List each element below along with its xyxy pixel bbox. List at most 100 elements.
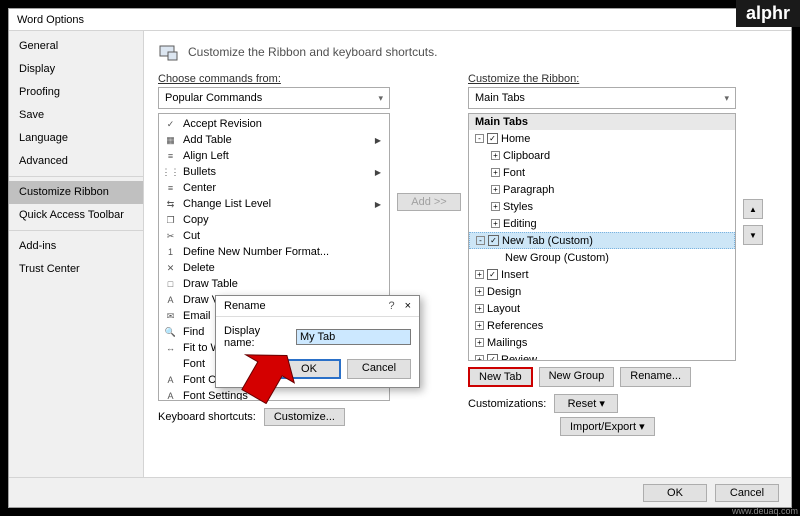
- command-item[interactable]: ⇆Change List Level▶: [159, 196, 389, 212]
- tree-toggle-icon[interactable]: +: [475, 270, 484, 279]
- nav-item-language[interactable]: Language: [9, 127, 143, 150]
- tree-node[interactable]: +Editing: [469, 215, 735, 232]
- customizations-label: Customizations:: [468, 398, 546, 410]
- tree-header: Main Tabs: [469, 114, 735, 130]
- tree-node[interactable]: +Design: [469, 283, 735, 300]
- tree-node[interactable]: -✓Home: [469, 130, 735, 147]
- tree-checkbox[interactable]: ✓: [487, 354, 498, 361]
- tree-toggle-icon[interactable]: -: [475, 134, 484, 143]
- command-icon: ✂: [163, 230, 178, 243]
- ribbon-tree[interactable]: Main Tabs -✓Home+Clipboard+Font+Paragrap…: [468, 113, 736, 361]
- command-icon: ▦: [163, 134, 178, 147]
- tree-node[interactable]: +Font: [469, 164, 735, 181]
- command-item[interactable]: □Draw Table: [159, 276, 389, 292]
- word-options-window: Word Options ? × GeneralDisplayProofingS…: [8, 8, 792, 508]
- new-tab-button[interactable]: New Tab: [468, 367, 533, 387]
- nav-item-quick-access-toolbar[interactable]: Quick Access Toolbar: [9, 204, 143, 227]
- tree-toggle-icon[interactable]: +: [491, 185, 500, 194]
- tree-toggle-icon[interactable]: +: [475, 304, 484, 313]
- command-item[interactable]: ▦Add Table▶: [159, 132, 389, 148]
- tree-toggle-icon[interactable]: +: [475, 338, 484, 347]
- command-item[interactable]: ✂Cut: [159, 228, 389, 244]
- rename-button[interactable]: Rename...: [620, 367, 691, 387]
- command-item[interactable]: ≡Center: [159, 180, 389, 196]
- command-icon: ≡: [163, 182, 178, 195]
- command-item[interactable]: ✓Accept Revision: [159, 116, 389, 132]
- nav-item-trust-center[interactable]: Trust Center: [9, 258, 143, 281]
- command-item[interactable]: ≡Align Left: [159, 148, 389, 164]
- tree-node[interactable]: +References: [469, 317, 735, 334]
- command-icon: ≡: [163, 150, 178, 163]
- command-icon: □: [163, 278, 178, 291]
- command-icon: 🔍: [163, 326, 178, 339]
- ok-button[interactable]: OK: [643, 484, 707, 502]
- new-group-button[interactable]: New Group: [539, 367, 615, 387]
- tree-node[interactable]: +Paragraph: [469, 181, 735, 198]
- customize-ribbon-dropdown[interactable]: Main Tabs: [468, 87, 736, 109]
- tree-toggle-icon[interactable]: +: [491, 168, 500, 177]
- command-icon: ❐: [163, 214, 178, 227]
- page-header: Customize the Ribbon and keyboard shortc…: [188, 45, 437, 59]
- tree-toggle-icon[interactable]: +: [491, 202, 500, 211]
- command-icon: ⇆: [163, 198, 178, 211]
- rename-cancel-button[interactable]: Cancel: [347, 359, 411, 379]
- customize-shortcuts-button[interactable]: Customize...: [264, 408, 345, 426]
- tree-toggle-icon[interactable]: +: [475, 287, 484, 296]
- tree-checkbox[interactable]: ✓: [487, 269, 498, 280]
- tree-checkbox[interactable]: ✓: [488, 235, 499, 246]
- red-arrow-annotation: [237, 346, 297, 404]
- tree-node[interactable]: +Clipboard: [469, 147, 735, 164]
- window-title: Word Options: [17, 14, 84, 26]
- help-icon[interactable]: ?: [388, 300, 394, 312]
- close-icon[interactable]: ×: [405, 300, 411, 312]
- tree-node[interactable]: New Group (Custom): [469, 249, 735, 266]
- nav-item-save[interactable]: Save: [9, 104, 143, 127]
- command-icon: A: [163, 294, 178, 307]
- category-nav: GeneralDisplayProofingSaveLanguageAdvanc…: [9, 31, 144, 477]
- tree-node[interactable]: +✓Review: [469, 351, 735, 361]
- tree-toggle-icon[interactable]: -: [476, 236, 485, 245]
- tree-node[interactable]: -✓New Tab (Custom): [469, 232, 735, 249]
- reset-button[interactable]: Reset ▾: [554, 394, 618, 413]
- command-icon: ✉: [163, 310, 178, 323]
- brand-badge: alphr: [736, 0, 800, 27]
- command-icon: A: [163, 374, 178, 387]
- ribbon-settings-icon: [158, 41, 180, 63]
- tree-checkbox[interactable]: ✓: [487, 133, 498, 144]
- tree-toggle-icon[interactable]: +: [491, 151, 500, 160]
- keyboard-shortcuts-label: Keyboard shortcuts:: [158, 411, 256, 423]
- nav-item-add-ins[interactable]: Add-ins: [9, 235, 143, 258]
- command-item[interactable]: ⋮⋮Bullets▶: [159, 164, 389, 180]
- tree-node[interactable]: +Layout: [469, 300, 735, 317]
- tree-node[interactable]: +✓Insert: [469, 266, 735, 283]
- move-up-button[interactable]: ▲: [743, 199, 763, 219]
- command-item[interactable]: 1Define New Number Format...: [159, 244, 389, 260]
- command-icon: ⋮⋮: [163, 166, 178, 179]
- add-button[interactable]: Add >>: [397, 193, 461, 211]
- display-name-input[interactable]: [296, 329, 411, 345]
- import-export-button[interactable]: Import/Export ▾: [560, 417, 655, 436]
- watermark: www.deuaq.com: [732, 506, 798, 516]
- nav-item-display[interactable]: Display: [9, 58, 143, 81]
- move-down-button[interactable]: ▼: [743, 225, 763, 245]
- choose-commands-dropdown[interactable]: Popular Commands: [158, 87, 390, 109]
- rename-title: Rename: [224, 300, 266, 312]
- command-item[interactable]: ✕Delete: [159, 260, 389, 276]
- tree-node[interactable]: +Mailings: [469, 334, 735, 351]
- tree-node[interactable]: +Styles: [469, 198, 735, 215]
- customize-ribbon-label: Customize the Ribbon:: [468, 73, 736, 85]
- titlebar: Word Options ? ×: [9, 9, 791, 31]
- choose-commands-label: Choose commands from:: [158, 73, 390, 85]
- nav-item-proofing[interactable]: Proofing: [9, 81, 143, 104]
- nav-item-customize-ribbon[interactable]: Customize Ribbon: [9, 181, 143, 204]
- nav-item-general[interactable]: General: [9, 35, 143, 58]
- cancel-button[interactable]: Cancel: [715, 484, 779, 502]
- tree-toggle-icon[interactable]: +: [475, 321, 484, 330]
- command-icon: ↔: [163, 342, 178, 355]
- command-icon: ✓: [163, 118, 178, 131]
- tree-toggle-icon[interactable]: +: [491, 219, 500, 228]
- tree-toggle-icon[interactable]: +: [475, 355, 484, 361]
- command-item[interactable]: ❐Copy: [159, 212, 389, 228]
- nav-item-advanced[interactable]: Advanced: [9, 150, 143, 173]
- command-icon: 1: [163, 246, 178, 259]
